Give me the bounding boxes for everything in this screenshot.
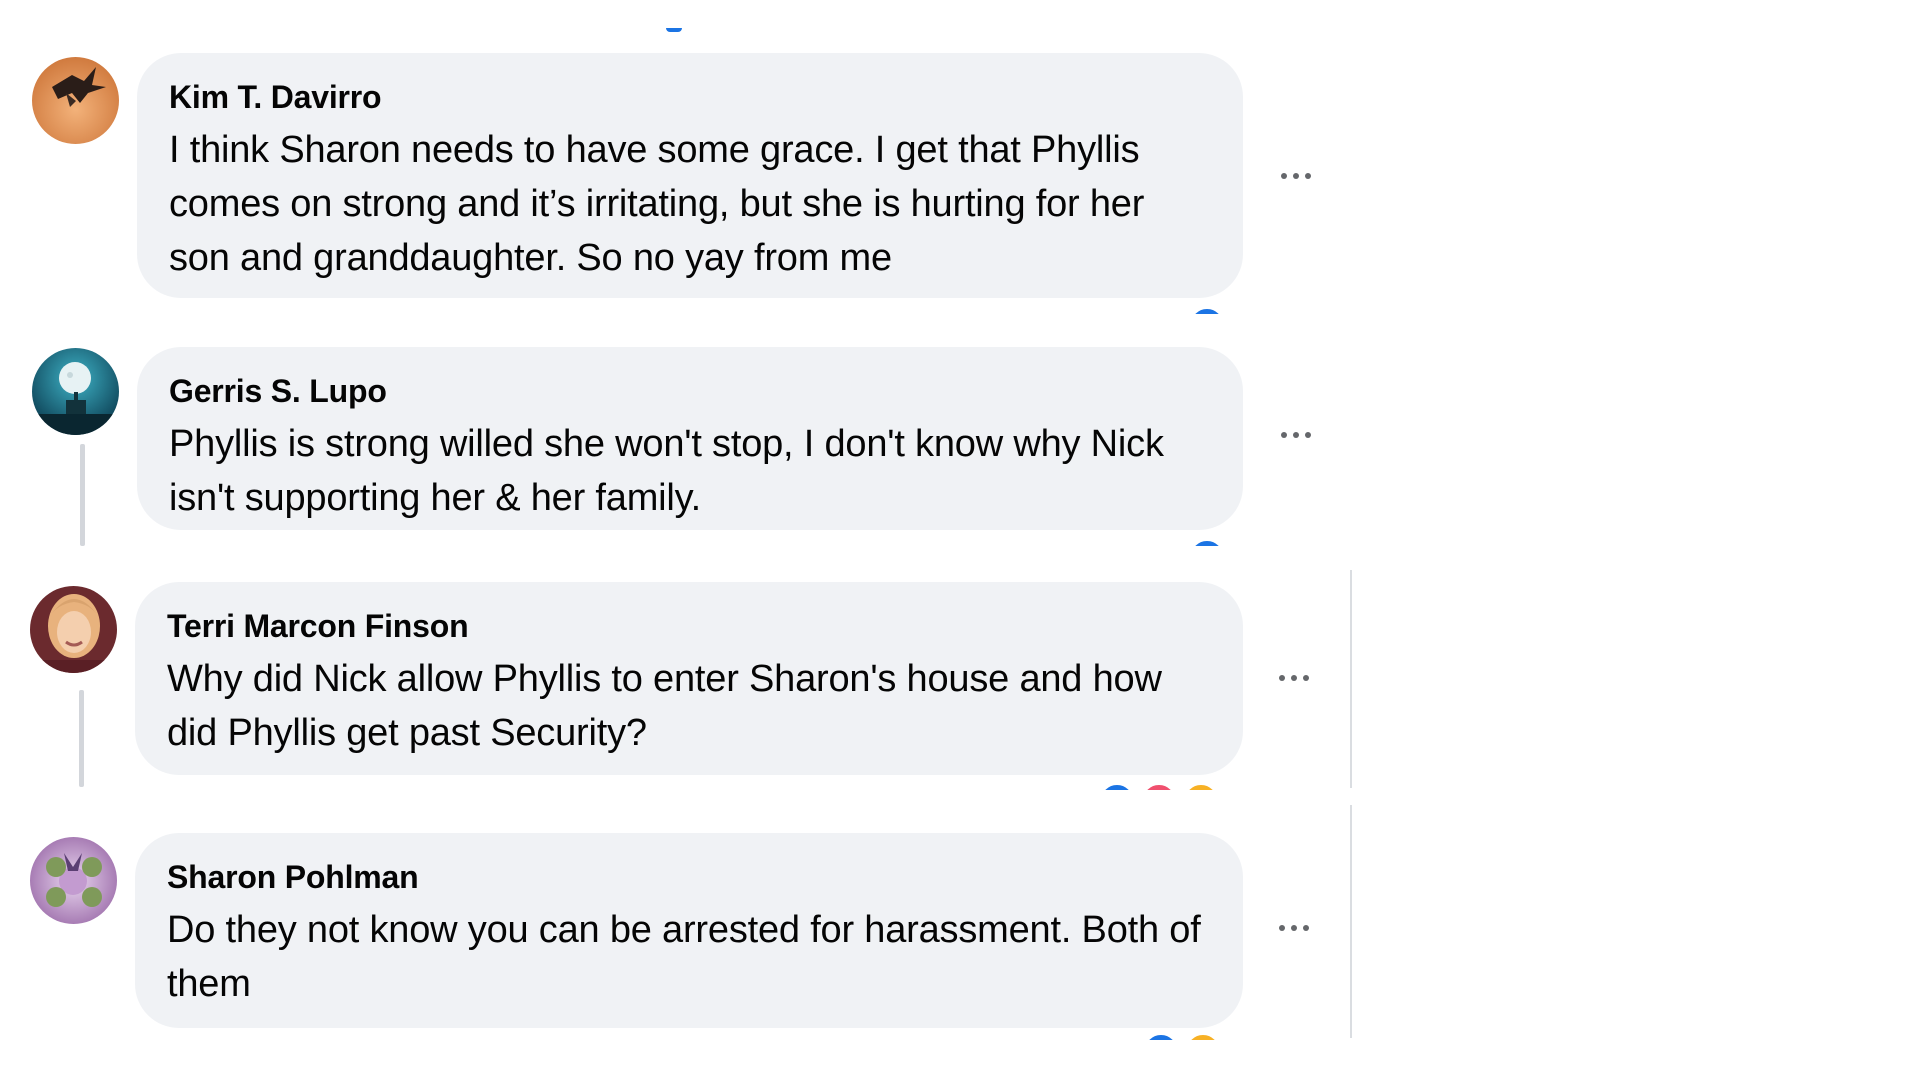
reply-thread-line [79,690,84,787]
avatar[interactable] [30,586,117,673]
love-reaction-icon [1140,782,1178,790]
comment-thread: Kim T. Davirro I think Sharon needs to h… [0,0,1920,1080]
more-options-button[interactable] [1266,908,1322,948]
like-reaction-icon [1098,782,1136,790]
avatar-image-icon [30,586,117,673]
comment-item: Terri Marcon Finson Why did Nick allow P… [0,560,1400,800]
comment-text: Phyllis is strong willed she won't stop,… [169,423,1164,519]
comment-author[interactable]: Gerris S. Lupo [169,371,1213,411]
reaction-summary[interactable] [1098,782,1220,790]
more-options-icon [1279,925,1285,931]
more-options-icon [1281,432,1287,438]
comment-author[interactable]: Terri Marcon Finson [167,606,1213,646]
comment-bubble: Gerris S. Lupo Phyllis is strong willed … [137,347,1243,530]
reply-thread-line [80,444,85,546]
reaction-summary[interactable] [1188,538,1226,546]
like-reaction-icon [1142,1032,1180,1040]
like-reaction-icon [1188,306,1226,314]
care-reaction-icon [1182,782,1220,790]
reaction-summary[interactable] [1142,1032,1222,1040]
comment-item: Gerris S. Lupo Phyllis is strong willed … [0,320,1400,550]
avatar[interactable] [32,57,119,144]
avatar[interactable] [30,837,117,924]
care-reaction-icon [1184,1032,1222,1040]
avatar-image-icon [32,348,119,435]
like-reaction-icon [1188,538,1226,546]
comment-text: I think Sharon needs to have some grace.… [169,129,1145,279]
avatar-image-icon [32,57,119,144]
comment-bubble: Sharon Pohlman Do they not know you can … [135,833,1243,1028]
more-options-button[interactable] [1268,156,1324,196]
more-options-button[interactable] [1266,658,1322,698]
comment-author[interactable]: Kim T. Davirro [169,77,1213,117]
comment-text: Do they not know you can be arrested for… [167,909,1201,1005]
comment-bubble: Kim T. Davirro I think Sharon needs to h… [137,53,1243,298]
more-options-button[interactable] [1268,415,1324,455]
avatar[interactable] [32,348,119,435]
comment-text: Why did Nick allow Phyllis to enter Shar… [167,658,1162,754]
avatar-image-icon [30,837,117,924]
comment-author[interactable]: Sharon Pohlman [167,857,1213,897]
comment-item: Sharon Pohlman Do they not know you can … [0,810,1400,1050]
more-options-icon [1279,675,1285,681]
comment-item: Kim T. Davirro I think Sharon needs to h… [0,0,1400,320]
reaction-summary[interactable] [1188,306,1226,314]
more-options-icon [1281,173,1287,179]
comment-bubble: Terri Marcon Finson Why did Nick allow P… [135,582,1243,775]
